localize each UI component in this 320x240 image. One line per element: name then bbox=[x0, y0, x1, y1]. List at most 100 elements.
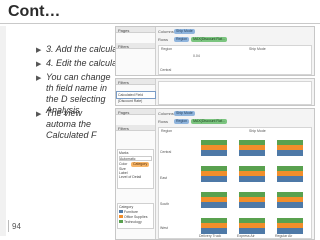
pages-shelf[interactable]: Pages bbox=[116, 27, 155, 33]
calculated-field-input[interactable]: Calculated Field (Discount Rate) bbox=[116, 91, 156, 103]
columns-shelf[interactable]: Columns Ship Mode bbox=[158, 28, 197, 35]
rows-shelf[interactable]: Rows Region MAX(Discount Rat… bbox=[158, 36, 229, 43]
bar-segment[interactable] bbox=[201, 150, 227, 156]
bar-segment[interactable] bbox=[201, 218, 227, 223]
detail-label[interactable]: Level of Detail bbox=[119, 175, 152, 179]
bar-segment[interactable] bbox=[239, 197, 265, 202]
legend-swatch bbox=[119, 210, 123, 213]
bullet-item: ▶ The view automa the Calculated F bbox=[36, 108, 112, 141]
bar-segment[interactable] bbox=[277, 223, 303, 228]
view-area: Region Ship Mode 0.04 Central bbox=[158, 45, 312, 75]
bar-segment[interactable] bbox=[201, 140, 227, 145]
legend-swatch bbox=[119, 215, 123, 218]
bar-segment[interactable] bbox=[277, 150, 303, 156]
left-pane: Pages Filters bbox=[116, 27, 156, 75]
screenshot-chart: Pages Filters Marks Automatic Color Cate… bbox=[115, 108, 315, 240]
bullet-arrow-icon: ▶ bbox=[36, 47, 42, 54]
bar-segment[interactable] bbox=[239, 145, 265, 150]
bar-segment[interactable] bbox=[201, 145, 227, 150]
legend-label: Technology bbox=[124, 219, 142, 224]
category-pill[interactable]: Category bbox=[131, 162, 150, 167]
left-margin-bar bbox=[0, 26, 6, 236]
columns-label: Columns bbox=[158, 111, 174, 116]
filters-shelf[interactable]: Filters bbox=[116, 43, 155, 49]
region-header: Region bbox=[161, 129, 173, 133]
bar-segment[interactable] bbox=[201, 192, 227, 197]
legend-swatch bbox=[119, 220, 123, 223]
columns-shelf[interactable]: Columns Ship Mode bbox=[158, 110, 197, 117]
mark-type-select[interactable]: Automatic bbox=[119, 156, 152, 161]
row-central: Central bbox=[160, 150, 172, 154]
ship-mode-pill[interactable]: Ship Mode bbox=[174, 29, 195, 34]
bar-segment[interactable] bbox=[277, 176, 303, 182]
page-number-rule bbox=[8, 220, 9, 232]
bar-segment[interactable] bbox=[201, 223, 227, 228]
title-divider bbox=[0, 23, 320, 24]
region-pill[interactable]: Region bbox=[174, 37, 190, 42]
bar-segment[interactable] bbox=[239, 202, 265, 208]
bar-segment[interactable] bbox=[277, 192, 303, 197]
bar-segment[interactable] bbox=[201, 176, 227, 182]
measure-pill[interactable]: MAX(Discount Rat… bbox=[191, 119, 228, 124]
stacked-bars bbox=[201, 140, 303, 234]
page-number: 94 bbox=[12, 222, 21, 231]
left-pane: Pages Filters Marks Automatic Color Cate… bbox=[116, 109, 156, 239]
bar-segment[interactable] bbox=[277, 218, 303, 223]
bullet-text: 4. Edit the calculat bbox=[46, 58, 120, 68]
rows-shelf[interactable]: Rows Region MAX(Discount Rat… bbox=[158, 118, 229, 125]
row-south: South bbox=[160, 202, 170, 206]
bar-segment[interactable] bbox=[277, 202, 303, 208]
chart-view: Region Ship Mode Central East South West… bbox=[158, 127, 312, 239]
marks-card: Marks Automatic Color Category Size Labe… bbox=[117, 149, 154, 189]
bar-segment[interactable] bbox=[239, 192, 265, 197]
bullet-arrow-icon: ▶ bbox=[36, 111, 42, 118]
x-category: Delivery Truck bbox=[199, 234, 222, 238]
bar-segment[interactable] bbox=[277, 140, 303, 145]
view-area bbox=[158, 81, 312, 105]
bullet-arrow-icon: ▶ bbox=[36, 61, 42, 68]
screenshot-calculated-field: Filters Calculated Field (Discount Rate) bbox=[115, 78, 315, 106]
filters-shelf[interactable]: Filters bbox=[116, 79, 155, 85]
bullet-arrow-icon: ▶ bbox=[36, 75, 42, 82]
ship-mode-pill[interactable]: Ship Mode bbox=[174, 111, 195, 116]
bar-segment[interactable] bbox=[277, 145, 303, 150]
bar-segment[interactable] bbox=[239, 150, 265, 156]
rows-label: Rows bbox=[158, 119, 169, 124]
bar-segment[interactable] bbox=[201, 166, 227, 171]
bullet-text: The view automa the Calculated F bbox=[46, 108, 97, 140]
ship-mode-header: Ship Mode bbox=[249, 47, 266, 51]
pages-shelf[interactable]: Pages bbox=[116, 109, 155, 115]
x-category: Express Air bbox=[237, 234, 255, 238]
measure-pill[interactable]: MAX(Discount Rat… bbox=[191, 37, 228, 42]
bar-segment[interactable] bbox=[201, 197, 227, 202]
bar-segment[interactable] bbox=[239, 223, 265, 228]
bar-segment[interactable] bbox=[239, 140, 265, 145]
bar-segment[interactable] bbox=[239, 218, 265, 223]
bar-segment[interactable] bbox=[277, 197, 303, 202]
bar-segment[interactable] bbox=[277, 171, 303, 176]
filters-shelf[interactable]: Filters bbox=[116, 125, 155, 131]
region-header: Region bbox=[161, 47, 173, 51]
color-legend: Category Furniture Office Supplies Techn… bbox=[117, 203, 154, 229]
axis-value: 0.04 bbox=[193, 54, 200, 58]
region-pill[interactable]: Region bbox=[174, 119, 190, 124]
legend-label: Furniture bbox=[124, 209, 139, 214]
bar-segment[interactable] bbox=[239, 176, 265, 182]
legend-label: Office Supplies bbox=[124, 214, 148, 219]
bar-segment[interactable] bbox=[239, 166, 265, 171]
bar-segment[interactable] bbox=[201, 171, 227, 176]
marks-title: Marks bbox=[119, 151, 129, 155]
legend-item[interactable]: Office Supplies bbox=[119, 214, 152, 219]
bar-segment[interactable] bbox=[239, 171, 265, 176]
left-pane: Filters Calculated Field (Discount Rate) bbox=[116, 79, 156, 105]
row-central: Central bbox=[160, 68, 172, 72]
bar-segment[interactable] bbox=[277, 166, 303, 171]
legend-item[interactable]: Technology bbox=[119, 219, 152, 224]
screenshot-view: Pages Filters Columns Ship Mode Rows Reg… bbox=[115, 26, 315, 76]
columns-label: Columns bbox=[158, 29, 174, 34]
ship-mode-header: Ship Mode bbox=[249, 129, 266, 133]
row-west: West bbox=[160, 226, 168, 230]
x-category: Regular Air bbox=[275, 234, 293, 238]
bar-segment[interactable] bbox=[201, 202, 227, 208]
rows-label: Rows bbox=[158, 37, 169, 42]
